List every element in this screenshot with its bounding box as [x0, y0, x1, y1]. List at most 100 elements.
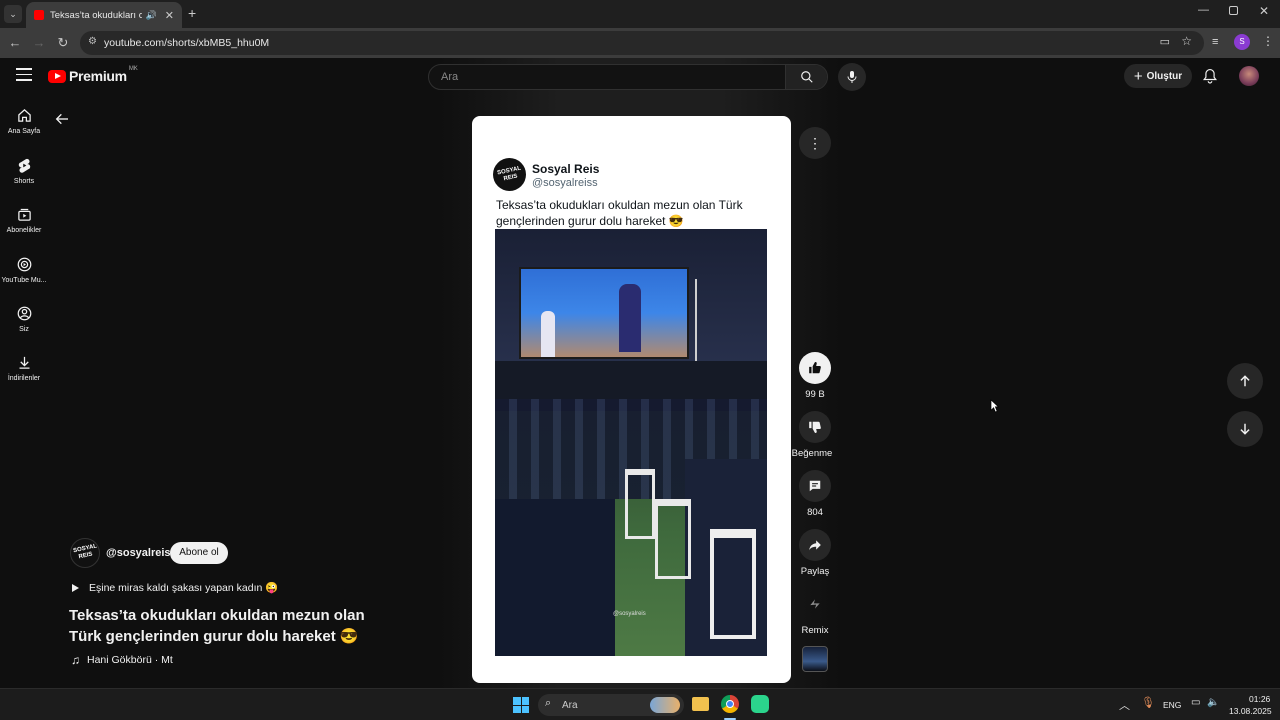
- share-label: Paylaş: [800, 566, 830, 577]
- music-credit-text: Hani Gökbörü · Mt: [87, 654, 173, 666]
- tab-list-button[interactable]: ⌄: [4, 5, 22, 23]
- search-button[interactable]: [785, 65, 827, 89]
- windows-taskbar: ⌕ Ara ︿ 🎙 ENG ▭ 🔈 01:26 13.08.2025: [0, 688, 1280, 720]
- share-icon: [809, 540, 821, 551]
- sidebar-item-label: Abonelikler: [6, 227, 42, 234]
- clock-time[interactable]: 01:26: [1249, 694, 1270, 704]
- next-short-button[interactable]: [1227, 411, 1263, 447]
- speaker-icon[interactable]: 🔊: [146, 10, 157, 21]
- previous-short-button[interactable]: [1227, 363, 1263, 399]
- downloads-icon: [19, 356, 29, 369]
- playlist-link[interactable]: Eşine miras kaldı şakası yapan kadın 😜: [72, 581, 278, 594]
- forward-arrow-icon[interactable]: →: [30, 34, 48, 52]
- bookmark-star-icon[interactable]: ☆: [1181, 34, 1192, 48]
- sidebar-item-label: İndirilenler: [7, 375, 41, 382]
- sidebar-item-home[interactable]: Ana Sayfa: [0, 108, 48, 135]
- close-window-button[interactable]: ✕: [1259, 4, 1269, 18]
- search-input[interactable]: Ara: [441, 71, 458, 83]
- minimize-button[interactable]: —: [1198, 4, 1209, 16]
- app-icon[interactable]: [751, 695, 769, 713]
- logo-badge: MK: [128, 66, 138, 72]
- back-arrow-icon[interactable]: ←: [6, 34, 24, 52]
- voice-search-button[interactable]: [838, 63, 866, 91]
- search-icon: [800, 71, 813, 83]
- comments-button[interactable]: 804: [797, 470, 833, 518]
- cast-icon[interactable]: ▭: [1160, 35, 1170, 48]
- sidebar-item-label: Ana Sayfa: [7, 128, 41, 135]
- playlist-link-text: Eşine miras kaldı şakası yapan kadın 😜: [89, 582, 279, 594]
- more-options-button[interactable]: ⋮: [799, 127, 831, 159]
- sidebar-item-shorts[interactable]: Shorts: [0, 158, 48, 185]
- sidebar-item-label: YouTube Mu...: [1, 277, 47, 284]
- file-explorer-icon[interactable]: [692, 697, 709, 711]
- like-count: 99 B: [805, 389, 825, 400]
- sidebar-item-label: Shorts: [13, 178, 35, 185]
- windows-start-icon[interactable]: [513, 697, 529, 713]
- remix-button[interactable]: Remix: [797, 588, 833, 636]
- subscribe-button[interactable]: Abone ol: [170, 542, 228, 564]
- back-button[interactable]: [54, 111, 70, 132]
- card-author-handle: @sosyalreiss: [532, 177, 598, 189]
- browser-tab[interactable]: Teksas’ta okudukları okuldan... 🔊 ✕: [26, 2, 182, 28]
- youtube-logo[interactable]: Premium MK: [48, 66, 138, 84]
- input-language[interactable]: ENG: [1163, 700, 1181, 710]
- taskbar-search[interactable]: ⌕ Ara: [538, 694, 684, 716]
- clock-date[interactable]: 13.08.2025: [1229, 706, 1272, 716]
- card-post-text: Teksas’ta okudukları okuldan mezun olan …: [496, 198, 743, 228]
- like-button[interactable]: 99 B: [797, 352, 833, 400]
- share-button[interactable]: Paylaş: [797, 529, 833, 577]
- comment-count: 804: [807, 507, 823, 518]
- channel-avatar[interactable]: SOSYAL REIS: [70, 538, 100, 568]
- create-label: Oluştur: [1146, 70, 1183, 82]
- play-icon: [72, 583, 79, 592]
- subscriptions-icon: [17, 208, 31, 221]
- browser-menu-icon[interactable]: ⋮: [1262, 34, 1274, 48]
- home-icon: [17, 109, 31, 122]
- short-title: Teksas’ta okudukları okuldan mezun olan …: [69, 607, 365, 645]
- browser-toolbar: ← → ↻ ⚙ youtube.com/shorts/xbMB5_hhu0M ▭…: [0, 28, 1280, 58]
- sidebar-item-subscriptions[interactable]: Abonelikler: [0, 207, 48, 234]
- account-avatar[interactable]: [1239, 66, 1259, 86]
- restore-button[interactable]: [1229, 6, 1238, 15]
- youtube-play-icon: [48, 69, 66, 83]
- arrow-up-icon: [1240, 375, 1250, 387]
- sidebar-item-downloads[interactable]: İndirilenler: [0, 355, 48, 382]
- create-button[interactable]: + Oluştur: [1124, 64, 1192, 88]
- site-info-icon[interactable]: ⚙: [88, 36, 97, 47]
- sidebar-item-youtube-music[interactable]: YouTube Mu...: [0, 257, 48, 284]
- youtube-music-icon: [17, 257, 31, 272]
- chrome-icon[interactable]: [721, 695, 739, 713]
- arrow-down-icon: [1240, 423, 1250, 435]
- volume-icon[interactable]: 🔈: [1207, 697, 1219, 708]
- tab-close-icon[interactable]: ✕: [165, 9, 174, 22]
- channel-handle[interactable]: @sosyalreis: [106, 547, 171, 559]
- address-bar[interactable]: ⚙ youtube.com/shorts/xbMB5_hhu0M ▭ ☆: [80, 31, 1204, 55]
- search-icon: ⌕: [545, 697, 552, 709]
- plus-icon: +: [1133, 67, 1143, 85]
- tray-mic-icon[interactable]: 🎙: [1141, 696, 1155, 709]
- short-video-player[interactable]: SOSYAL REIS Sosyal Reis @sosyalreiss Tek…: [472, 116, 791, 683]
- network-icon[interactable]: ▭: [1191, 697, 1200, 708]
- card-author-name: Sosyal Reis: [532, 162, 600, 176]
- remix-icon: [810, 599, 820, 609]
- sidebar-item-you[interactable]: Siz: [0, 306, 48, 333]
- tray-chevron-icon[interactable]: ︿: [1119, 697, 1130, 713]
- sidebar-item-label: Siz: [19, 326, 29, 333]
- thumbs-up-icon: [809, 362, 821, 374]
- arrow-left-icon: [55, 113, 68, 125]
- video-frame: @sosyalreis: [495, 229, 767, 656]
- hamburger-menu-icon[interactable]: [16, 68, 32, 81]
- media-control-icon[interactable]: ≡: [1212, 36, 1218, 48]
- youtube-favicon-icon: [34, 10, 44, 20]
- new-tab-button[interactable]: +: [188, 5, 196, 21]
- search-box[interactable]: Ara: [428, 64, 828, 90]
- url-text: youtube.com/shorts/xbMB5_hhu0M: [104, 37, 270, 49]
- sound-thumbnail[interactable]: [802, 646, 828, 672]
- shorts-icon: [18, 158, 30, 173]
- dislike-label: Beğenme: [791, 448, 833, 459]
- profile-avatar[interactable]: S: [1234, 34, 1250, 50]
- reload-icon[interactable]: ↻: [54, 34, 72, 52]
- music-credit[interactable]: ♫ Hani Gökbörü · Mt: [71, 653, 173, 667]
- notifications-bell-icon[interactable]: [1203, 68, 1217, 89]
- dislike-button[interactable]: Beğenme: [792, 411, 833, 459]
